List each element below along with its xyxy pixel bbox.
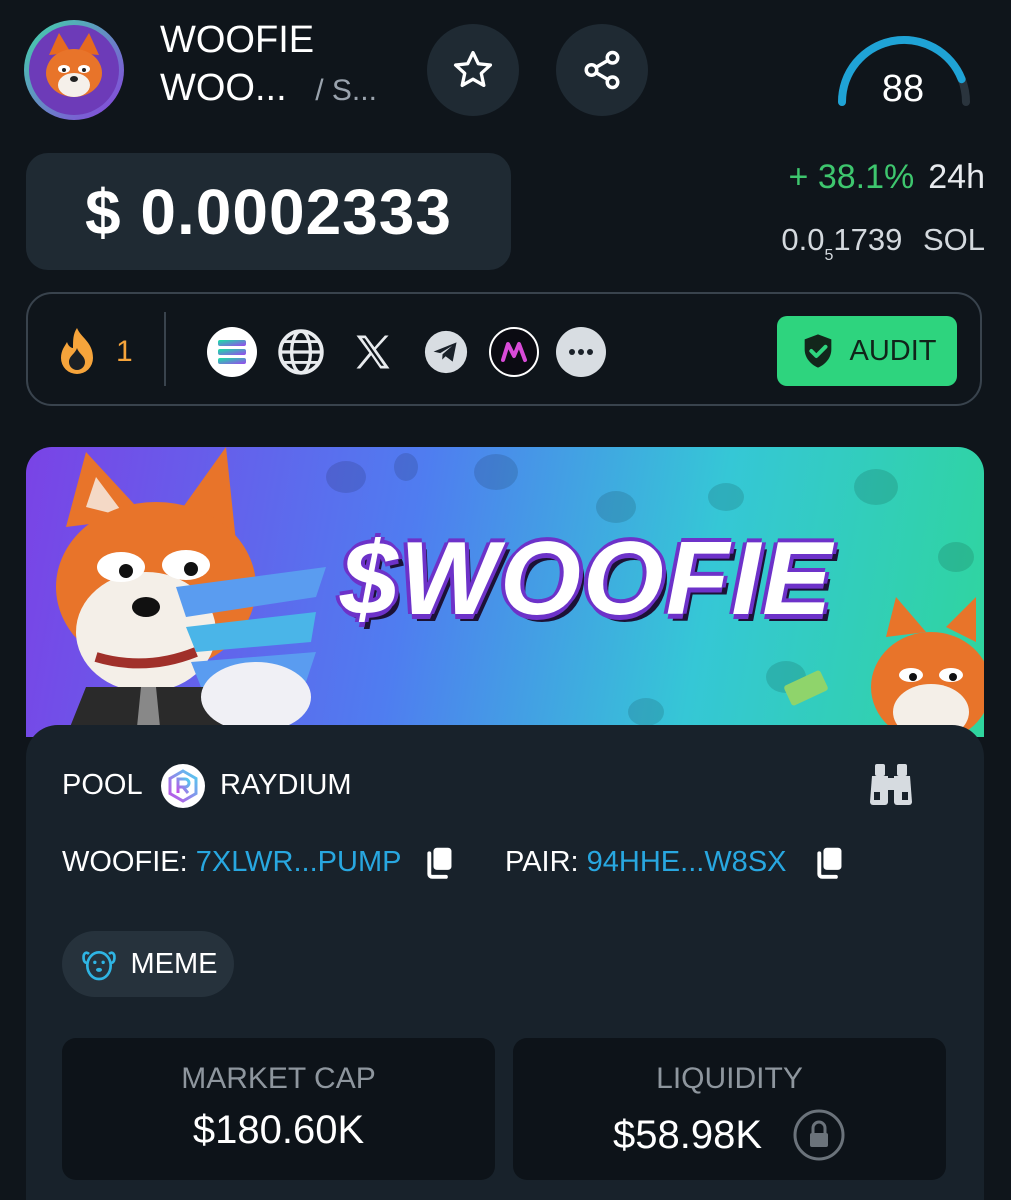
raydium-logo	[160, 763, 206, 814]
boost-counter[interactable]: 1	[52, 326, 133, 378]
pair-address: PAIR: 94HHE...W8SX	[505, 846, 787, 879]
banner-title: $WOOFIE	[340, 521, 834, 637]
liquidity-value: $58.98K	[612, 1112, 763, 1157]
price-sol-lead: 0.0	[781, 222, 825, 257]
fox-mascot-left	[56, 447, 326, 737]
shield-check-icon	[804, 334, 831, 368]
audit-label: AUDIT	[849, 334, 937, 367]
copy-token-address-button[interactable]	[422, 845, 456, 886]
telegram-icon	[424, 330, 468, 374]
token-name-line2: WOO...	[160, 67, 287, 109]
pair-address-value[interactable]: 94HHE...W8SX	[587, 846, 787, 878]
audit-button[interactable]: AUDIT	[777, 316, 957, 386]
moonshot-icon	[489, 327, 539, 377]
fox-avatar-icon	[46, 33, 102, 97]
pool-label: POOL	[62, 769, 143, 801]
dog-icon	[81, 951, 116, 981]
solana-link[interactable]	[206, 326, 258, 378]
token-avatar	[24, 20, 124, 120]
pair-address-key: PAIR:	[505, 846, 579, 878]
price-sol-unit: SOL	[922, 222, 985, 257]
more-links-button[interactable]	[555, 326, 607, 378]
share-button[interactable]	[556, 24, 648, 116]
x-icon	[356, 335, 390, 369]
explore-button[interactable]	[866, 762, 916, 813]
telegram-link[interactable]	[420, 326, 472, 378]
token-address-value[interactable]: 7XLWR...PUMP	[196, 846, 402, 878]
social-divider	[164, 312, 166, 386]
website-link[interactable]	[275, 326, 327, 378]
price-change-pct: + 38.1%	[788, 158, 915, 196]
boost-count: 1	[116, 335, 133, 368]
more-icon	[556, 327, 606, 377]
chain-label: / S...	[315, 74, 377, 107]
price-sol-tail: 1739	[833, 222, 903, 257]
price-sol: 0.051739 SOL	[781, 222, 985, 265]
market-cap-card: MARKET CAP $180.60K	[62, 1038, 495, 1180]
score-value: 88	[881, 68, 925, 110]
fox-mascot-right	[871, 597, 984, 737]
price-change: + 38.1% 24h	[789, 158, 985, 197]
moonshot-link[interactable]	[488, 326, 540, 378]
token-name-line1: WOOFIE	[160, 19, 315, 61]
liquidity-card: LIQUIDITY $58.98K	[513, 1038, 946, 1180]
price-change-period: 24h	[928, 158, 985, 196]
lock-icon[interactable]	[792, 1108, 846, 1162]
favorite-button[interactable]	[427, 24, 519, 116]
market-cap-value: $180.60K	[192, 1108, 365, 1152]
category-tag-label: MEME	[130, 947, 218, 980]
token-address: WOOFIE: 7XLWR...PUMP	[62, 846, 401, 879]
share-icon	[584, 50, 620, 90]
solana-icon	[207, 327, 257, 377]
copy-icon	[427, 847, 452, 879]
liquidity-label: LIQUIDITY	[656, 1062, 803, 1095]
fire-icon	[61, 328, 93, 374]
raydium-icon	[161, 764, 205, 808]
binoculars-icon	[870, 764, 912, 805]
price-usd: $ 0.0002333	[26, 153, 511, 270]
token-address-key: WOOFIE:	[62, 846, 188, 878]
x-link[interactable]	[347, 326, 399, 378]
dex-name: RAYDIUM	[220, 769, 352, 801]
category-tag[interactable]: MEME	[62, 931, 234, 997]
token-name: WOOFIE WOO... / S...	[160, 16, 377, 115]
copy-pair-address-button[interactable]	[812, 845, 846, 886]
globe-icon	[278, 329, 324, 375]
copy-icon	[817, 847, 842, 879]
market-cap-label: MARKET CAP	[181, 1062, 376, 1095]
star-icon	[453, 50, 493, 88]
